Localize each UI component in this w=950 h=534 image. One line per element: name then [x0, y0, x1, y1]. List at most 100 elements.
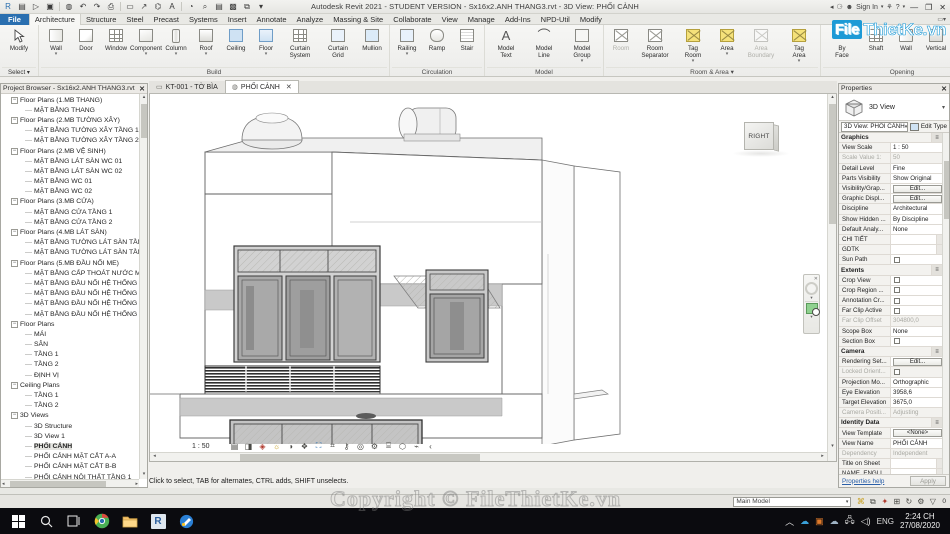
- tree-item[interactable]: — PHỐI CẢNH MẶT CẮT B-B: [3, 462, 139, 472]
- scroll-thumb-h[interactable]: [240, 454, 480, 461]
- expand-collapse-icon[interactable]: −: [11, 320, 18, 328]
- tree-item[interactable]: —MẶT BẰNG ĐẦU NỐI HỆ THỐNG ĐIỆN: [3, 309, 139, 319]
- ribbon-tab-structure[interactable]: Structure: [81, 14, 121, 25]
- apply-button[interactable]: Apply: [910, 476, 946, 486]
- viewport-vertical-scrollbar[interactable]: ▴ ▾: [827, 94, 836, 461]
- binoculars-icon[interactable]: ⚆: [836, 3, 842, 11]
- shadows-control[interactable]: ◑: [285, 441, 296, 451]
- temporary-hide-isolate-control[interactable]: ◎: [355, 441, 366, 451]
- tree-item[interactable]: − Floor Plans (1.MB THANG): [3, 95, 139, 105]
- tree-item[interactable]: — MẶT BẰNG CẤP THOÁT NƯỚC MÁI: [3, 268, 139, 278]
- properties-value[interactable]: Edit...: [891, 194, 942, 204]
- close-icon[interactable]: ✕: [139, 85, 145, 93]
- ribbon-tab-bar[interactable]: File Architecture Structure Steel Precast Sys…: [0, 13, 950, 25]
- exclude-options-icon[interactable]: ⧉: [867, 497, 878, 507]
- status-bar-icons[interactable]: ⌘ ⧉ ✦ ⊞ ↻ ⚙ ▽: [855, 497, 938, 507]
- properties-row[interactable]: Title on Sheet: [839, 459, 942, 470]
- tree-item[interactable]: — MẶT BẰNG TƯỜNG XÂY TẦNG 1: [3, 126, 139, 136]
- tree-item[interactable]: — SÂN: [3, 340, 139, 350]
- task-view-icon[interactable]: [60, 508, 88, 534]
- tree-item[interactable]: — MÁI: [3, 329, 139, 339]
- properties-row[interactable]: View Name PHỐI CẢNH: [839, 438, 942, 449]
- tree-item[interactable]: —MẶT BẰNG TƯỜNG LÁT SÀN TẦNG 1: [3, 238, 139, 248]
- properties-value[interactable]: 3958,6: [891, 387, 942, 397]
- expand-collapse-icon[interactable]: −: [11, 259, 18, 267]
- chevron-down-icon[interactable]: ▾: [175, 52, 178, 57]
- properties-value[interactable]: [891, 234, 936, 245]
- ribbon-button-tag-area[interactable]: Tag Area ▾: [780, 26, 818, 64]
- properties-row[interactable]: Projection Mo... Orthographic: [839, 377, 942, 388]
- autodesk-app-store-icon[interactable]: ⚘: [886, 3, 892, 11]
- steering-wheel-dropdown-icon[interactable]: ▾: [810, 295, 812, 300]
- network-icon[interactable]: 🖧: [845, 513, 855, 529]
- properties-row[interactable]: Visibility/Grap... Edit...: [839, 183, 942, 195]
- constraints-control[interactable]: ⌁: [411, 441, 422, 451]
- tree-item[interactable]: —MẶT BẰNG ĐẦU NỐI HỆ THỐNG THOÁT N: [3, 289, 139, 299]
- properties-value[interactable]: Fine: [891, 163, 942, 173]
- ribbon-button-floor[interactable]: Floor ▾: [251, 26, 281, 57]
- scroll-thumb[interactable]: [141, 104, 147, 138]
- scroll-up-arrow[interactable]: ▴: [140, 94, 148, 102]
- properties-row[interactable]: Rendering Set... Edit...: [839, 357, 942, 368]
- tree-item[interactable]: − Floor Plans (2.MB TƯỜNG XÂY): [3, 115, 139, 125]
- design-options-icon[interactable]: ⌘: [855, 497, 866, 506]
- tree-item[interactable]: — MẶT BẰNG THANG: [3, 105, 139, 115]
- ribbon-button-mullion[interactable]: Mullion: [357, 26, 387, 52]
- chevron-down-icon[interactable]: ▾: [846, 499, 849, 505]
- expand-collapse-icon[interactable]: −: [11, 229, 18, 237]
- workset-selector[interactable]: Main Model ▾: [733, 496, 852, 507]
- language-indicator[interactable]: ENG: [877, 517, 894, 526]
- chevron-down-icon[interactable]: ▾: [145, 52, 148, 57]
- steering-wheel-icon[interactable]: [805, 282, 818, 295]
- editable-only-icon[interactable]: ✦: [879, 497, 890, 506]
- properties-row[interactable]: Discipline Architectural: [839, 204, 942, 215]
- checkbox[interactable]: [894, 307, 900, 314]
- properties-row[interactable]: GDTK: [839, 245, 942, 256]
- properties-value[interactable]: [891, 469, 936, 474]
- scroll-thumb[interactable]: [829, 104, 836, 224]
- tree-item[interactable]: − Floor Plans (3.MB CỬA): [3, 197, 139, 207]
- scroll-right-arrow[interactable]: ▸: [134, 481, 139, 487]
- properties-row[interactable]: Scope Box None: [839, 326, 942, 337]
- tree-item[interactable]: — MẶT BẰNG WC 01: [3, 177, 139, 187]
- chevron-down-icon[interactable]: ▾: [692, 59, 695, 64]
- tree-item[interactable]: — MẶT BẰNG WC 02: [3, 187, 139, 197]
- ribbon-tab-precast[interactable]: Precast: [149, 14, 184, 25]
- tree-item[interactable]: —MẶT BẰNG ĐẦU NỐI HỆ THỐNG THÔNG T: [3, 299, 139, 309]
- view-control-overflow-icon[interactable]: ‹: [425, 441, 436, 451]
- chevron-down-icon[interactable]: ▾: [205, 52, 208, 57]
- properties-row[interactable]: Default Analy... None: [839, 224, 942, 235]
- properties-row[interactable]: Target Elevation 3675,0: [839, 397, 942, 409]
- detail-level-control[interactable]: ◨: [243, 441, 254, 451]
- properties-value[interactable]: [891, 296, 942, 306]
- chevron-down-icon[interactable]: ▾: [265, 52, 268, 57]
- close-icon[interactable]: ✕: [286, 83, 292, 91]
- search-icon[interactable]: [32, 508, 60, 534]
- properties-edit-button[interactable]: Edit...: [893, 357, 942, 366]
- scroll-thumb-h[interactable]: [10, 481, 106, 487]
- tree-item[interactable]: − Floor Plans (2.MB VỆ SINH): [3, 146, 139, 156]
- tree-item[interactable]: −3D Views: [3, 411, 139, 421]
- ribbon-tab-massing-site[interactable]: Massing & Site: [328, 14, 388, 25]
- tree-item[interactable]: — PHỐI CẢNH NỘI THẤT TẦNG 1: [3, 472, 139, 479]
- chevron-down-icon[interactable]: ▾: [881, 4, 884, 10]
- scroll-up-arrow[interactable]: ▴: [828, 94, 836, 103]
- ribbon-tab-insert[interactable]: Insert: [223, 14, 252, 25]
- ribbon-button-door[interactable]: Door: [71, 26, 101, 52]
- visual-style-control[interactable]: ◈: [257, 441, 268, 451]
- properties-row[interactable]: View Template <None>: [839, 428, 942, 439]
- revit-taskbar-icon[interactable]: R: [144, 508, 172, 534]
- search-icon[interactable]: ◂: [830, 3, 834, 11]
- properties-value[interactable]: [891, 275, 942, 285]
- section-collapse-icon[interactable]: ≡: [932, 265, 942, 274]
- tree-item[interactable]: —3D View 1: [3, 431, 139, 441]
- properties-value[interactable]: 3675,0: [891, 397, 942, 408]
- properties-row[interactable]: Eye Elevation 3958,6: [839, 387, 942, 398]
- expand-collapse-icon[interactable]: −: [11, 147, 18, 155]
- sign-in-button[interactable]: Sign In: [856, 4, 878, 11]
- view-cube-front-face[interactable]: RIGHT: [744, 122, 774, 150]
- unlock-3d-view-control[interactable]: ⚷: [341, 441, 352, 451]
- properties-scrollbar[interactable]: [942, 133, 949, 474]
- properties-value[interactable]: None: [891, 224, 942, 234]
- zoom-tool-icon[interactable]: [805, 303, 820, 316]
